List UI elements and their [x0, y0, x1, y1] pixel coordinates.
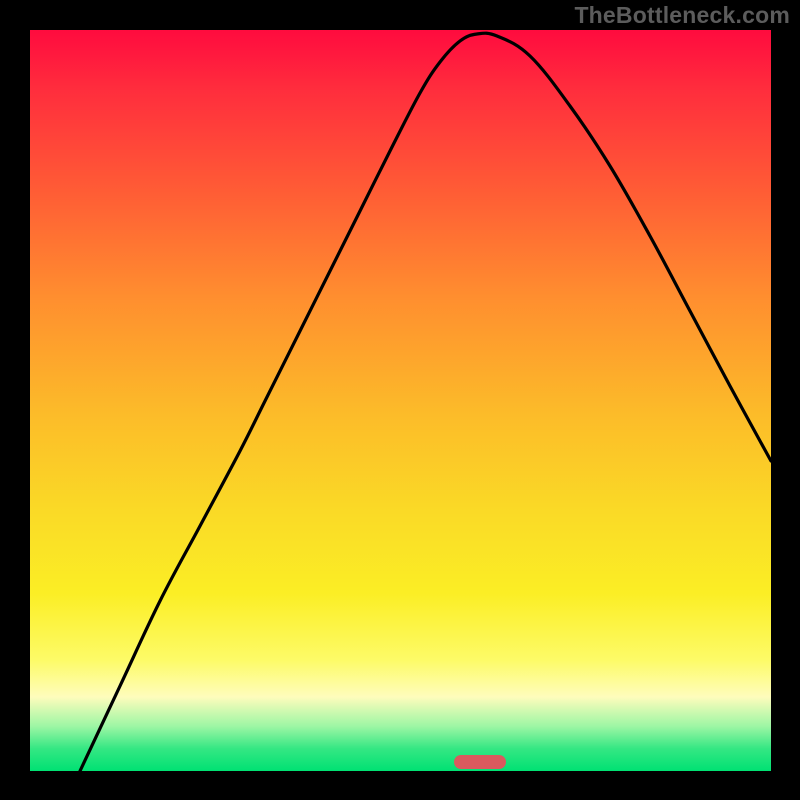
curve-svg — [30, 30, 771, 771]
plot-area — [30, 30, 771, 771]
watermark-text: TheBottleneck.com — [574, 2, 790, 29]
bottleneck-curve — [80, 33, 771, 771]
optimum-marker — [454, 755, 506, 769]
chart-frame: TheBottleneck.com — [0, 0, 800, 800]
